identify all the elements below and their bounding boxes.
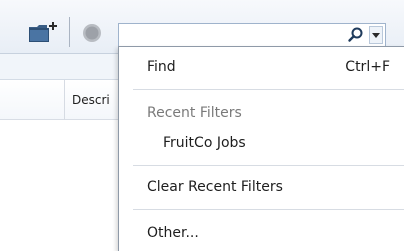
- search-input[interactable]: [123, 26, 335, 44]
- toolbar-separator: [69, 17, 70, 47]
- menu-item-find-label: Find: [147, 59, 176, 75]
- chevron-down-icon: [372, 33, 380, 38]
- search-box: [118, 23, 386, 47]
- folder-add-icon[interactable]: [27, 20, 59, 46]
- column-divider[interactable]: [64, 80, 65, 120]
- menu-item-other-label: Other...: [147, 225, 199, 241]
- search-icon[interactable]: [347, 26, 365, 44]
- menu-item-other[interactable]: Other...: [119, 219, 404, 249]
- search-dropdown-button[interactable]: [369, 26, 383, 44]
- menu-item-clear-recent-filters[interactable]: Clear Recent Filters: [119, 173, 404, 203]
- menu-separator: [133, 209, 404, 210]
- menu-separator: [133, 165, 404, 166]
- search-dropdown-menu: Find Ctrl+F Recent Filters FruitCo Jobs …: [118, 46, 404, 251]
- menu-heading-recent-filters: Recent Filters: [147, 105, 242, 121]
- column-header-description[interactable]: Descri: [72, 93, 110, 107]
- stop-circle-icon[interactable]: [82, 23, 102, 43]
- menu-item-recent-filter[interactable]: FruitCo Jobs: [119, 129, 404, 159]
- menu-item-find[interactable]: Find Ctrl+F: [119, 53, 404, 83]
- menu-item-find-shortcut: Ctrl+F: [345, 59, 390, 75]
- menu-item-recent-filter-label: FruitCo Jobs: [163, 135, 246, 151]
- menu-separator: [133, 89, 404, 90]
- menu-item-clear-label: Clear Recent Filters: [147, 179, 283, 195]
